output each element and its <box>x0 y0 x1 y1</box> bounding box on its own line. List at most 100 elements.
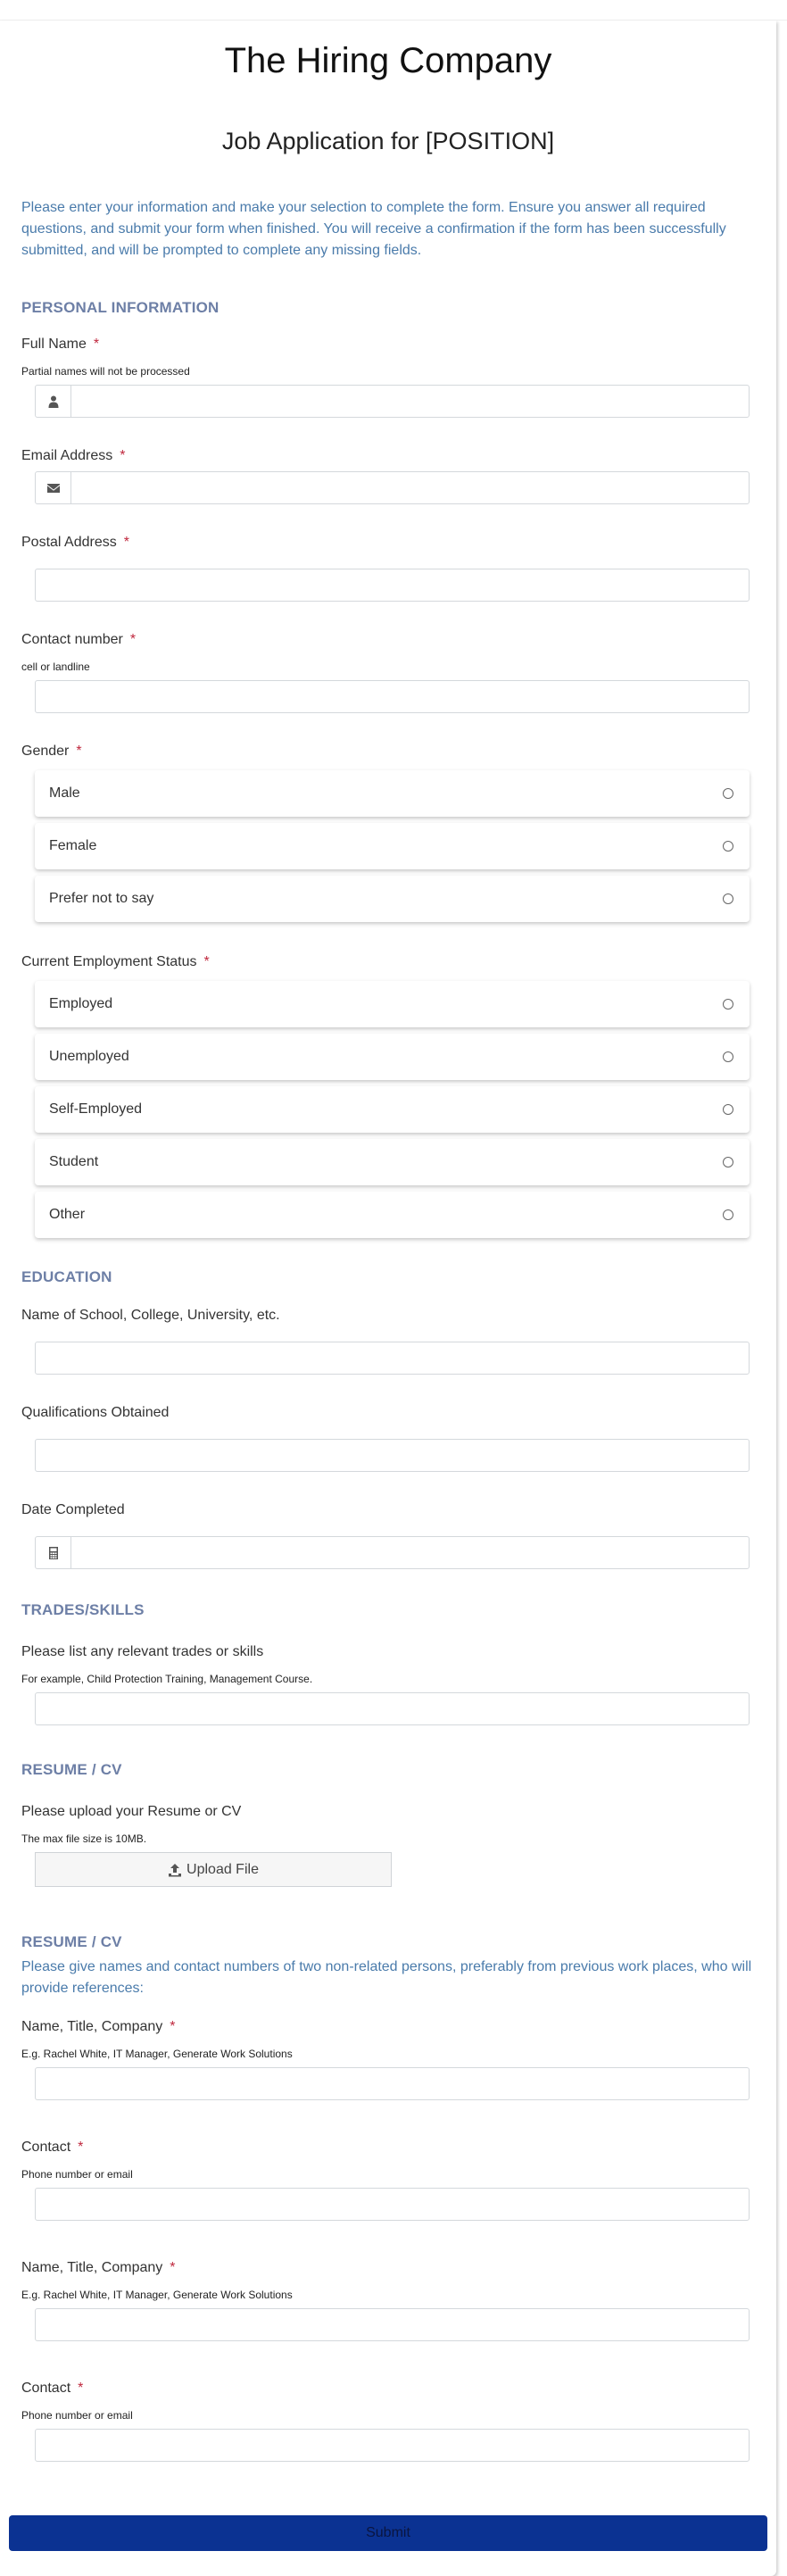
reference-1-name-input-group <box>35 2067 750 2100</box>
required-marker: * <box>170 2019 176 2034</box>
postal-address-label: Postal Address <box>21 535 117 550</box>
upload-file-button[interactable]: Upload File <box>35 1852 392 1887</box>
trades-skills-hint: For example, Child Protection Training, … <box>21 1673 313 1685</box>
required-marker: * <box>203 954 210 969</box>
option-label: Prefer not to say <box>49 891 154 906</box>
section-personal-information: PERSONAL INFORMATION <box>21 299 220 316</box>
school-input[interactable] <box>36 1342 749 1374</box>
envelope-icon <box>36 472 71 503</box>
radio-icon[interactable] <box>723 1051 733 1062</box>
radio-icon[interactable] <box>723 841 733 852</box>
date-completed-label: Date Completed <box>21 1502 125 1517</box>
email-input[interactable] <box>71 472 749 503</box>
full-name-input-group <box>35 385 750 418</box>
radio-icon[interactable] <box>723 1157 733 1168</box>
postal-address-input-group <box>35 569 750 602</box>
required-marker: * <box>93 337 100 352</box>
date-completed-input-group <box>35 1536 750 1569</box>
submit-button[interactable]: Submit <box>9 2515 767 2551</box>
reference-1-contact-input[interactable] <box>36 2189 749 2220</box>
reference-2-contact-input[interactable] <box>36 2430 749 2461</box>
form-intro: Please enter your information and make y… <box>21 200 726 258</box>
user-icon <box>36 386 71 417</box>
option-label: Unemployed <box>49 1049 129 1064</box>
school-label: Name of School, College, University, etc… <box>21 1308 280 1323</box>
gender-label: Gender <box>21 744 70 759</box>
field-gender: Gender * Male Female Prefer not to say <box>21 744 755 922</box>
radio-icon[interactable] <box>723 999 733 1010</box>
required-marker: * <box>78 2381 84 2396</box>
section-education: EDUCATION <box>21 1268 112 1285</box>
field-contact-number: Contact number * cell or landline <box>21 632 755 713</box>
postal-address-input[interactable] <box>36 569 749 601</box>
required-marker: * <box>123 535 129 550</box>
field-reference-2-name: Name, Title, Company * E.g. Rachel White,… <box>21 2260 755 2341</box>
reference-2-contact-input-group <box>35 2429 750 2462</box>
field-qualifications: Qualifications Obtained <box>21 1405 755 1472</box>
top-bar <box>0 0 787 21</box>
qualifications-input-group <box>35 1439 750 1472</box>
field-full-name: Full Name * Partial names will not be pro… <box>21 337 755 418</box>
radio-icon[interactable] <box>723 788 733 799</box>
option-label: Student <box>49 1154 99 1169</box>
reference-name-label: Name, Title, Company <box>21 2019 163 2034</box>
contact-number-hint: cell or landline <box>21 661 90 673</box>
qualifications-label: Qualifications Obtained <box>21 1405 170 1420</box>
section-trades-skills: TRADES/SKILLS <box>21 1601 145 1618</box>
references-description: Please give names and contact numbers of… <box>21 1959 752 1996</box>
required-marker: * <box>78 2140 84 2155</box>
resume-upload-hint: The max file size is 10MB. <box>21 1832 147 1845</box>
reference-2-name-input[interactable] <box>36 2309 749 2340</box>
gender-option-male[interactable]: Male <box>35 770 750 817</box>
reference-1-name-input[interactable] <box>36 2068 749 2099</box>
employment-option-self-employed[interactable]: Self-Employed <box>35 1086 750 1133</box>
contact-number-label: Contact number <box>21 632 123 647</box>
field-date-completed: Date Completed <box>21 1502 755 1569</box>
reference-1-contact-input-group <box>35 2188 750 2221</box>
date-completed-input[interactable] <box>71 1537 749 1568</box>
employment-option-unemployed[interactable]: Unemployed <box>35 1034 750 1080</box>
employment-option-employed[interactable]: Employed <box>35 981 750 1027</box>
contact-number-input-group <box>35 680 750 713</box>
resume-upload-label: Please upload your Resume or CV <box>21 1804 242 1819</box>
job-title: Job Application for [POSITION] <box>221 128 555 154</box>
section-resume-cv: RESUME / CV <box>21 1761 122 1778</box>
reference-contact-hint: Phone number or email <box>21 2409 133 2422</box>
employment-option-other[interactable]: Other <box>35 1192 750 1238</box>
email-label: Email Address <box>21 448 113 463</box>
calculator-icon[interactable] <box>36 1537 71 1568</box>
radio-icon[interactable] <box>723 1104 733 1115</box>
field-reference-1-contact: Contact * Phone number or email <box>21 2140 755 2221</box>
field-resume-upload: Please upload your Resume or CV The max … <box>21 1804 755 1887</box>
option-label: Male <box>49 785 80 801</box>
qualifications-input[interactable] <box>36 1440 749 1471</box>
reference-name-hint: E.g. Rachel White, IT Manager, Generate … <box>21 2048 293 2060</box>
full-name-input[interactable] <box>71 386 749 417</box>
upload-file-label: Upload File <box>186 1861 259 1877</box>
school-input-group <box>35 1342 750 1375</box>
reference-contact-hint: Phone number or email <box>21 2168 133 2181</box>
email-input-group <box>35 471 750 504</box>
gender-options: Male Female Prefer not to say <box>35 770 750 922</box>
option-label: Self-Employed <box>49 1101 143 1117</box>
required-marker: * <box>76 744 82 759</box>
full-name-hint: Partial names will not be processed <box>21 365 190 378</box>
radio-icon[interactable] <box>723 1209 733 1220</box>
option-label: Female <box>49 838 97 853</box>
gender-option-female[interactable]: Female <box>35 823 750 869</box>
employment-option-student[interactable]: Student <box>35 1139 750 1185</box>
contact-number-input[interactable] <box>36 681 749 712</box>
section-references: RESUME / CV <box>21 1933 122 1950</box>
field-employment-status: Current Employment Status * Employed Unem… <box>21 954 755 1238</box>
option-label: Employed <box>49 996 113 1011</box>
reference-2-name-input-group <box>35 2308 750 2341</box>
gender-option-prefer-not-to-say[interactable]: Prefer not to say <box>35 876 750 922</box>
trades-skills-label: Please list any relevant trades or skill… <box>21 1644 264 1659</box>
radio-icon[interactable] <box>723 893 733 904</box>
field-trades-skills: Please list any relevant trades or skill… <box>21 1644 755 1725</box>
option-label: Other <box>49 1207 86 1222</box>
field-reference-1-name: Name, Title, Company * E.g. Rachel White,… <box>21 2019 755 2100</box>
trades-skills-input[interactable] <box>36 1693 749 1724</box>
reference-name-hint: E.g. Rachel White, IT Manager, Generate … <box>21 2289 293 2301</box>
trades-skills-input-group <box>35 1692 750 1725</box>
